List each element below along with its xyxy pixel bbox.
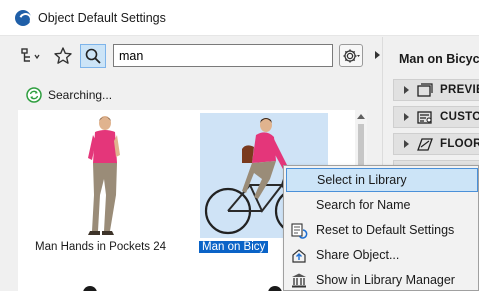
search-status: Searching... (26, 87, 112, 103)
folder-tree-icon (21, 48, 40, 62)
menu-item-label: Search for Name (316, 198, 411, 212)
collapse-panel-arrow-icon[interactable] (375, 51, 380, 59)
panel-custom-settings[interactable]: CUSTO (393, 106, 479, 128)
menu-item-reset-to-default-settings[interactable]: Reset to Default Settings (286, 219, 478, 243)
floor-plan-icon (416, 137, 434, 152)
chevron-right-icon (404, 113, 409, 121)
next-row-thumbnail (83, 286, 97, 291)
chevron-right-icon (404, 140, 409, 148)
selected-object-name: Man on Bicycle (399, 52, 479, 66)
menu-item-search-for-name[interactable]: Search for Name (286, 194, 478, 218)
custom-settings-icon (416, 110, 434, 125)
menu-item-label: Reset to Default Settings (316, 223, 455, 237)
search-mode-button[interactable] (80, 44, 106, 68)
menu-item-label: Select in Library (317, 173, 407, 187)
archicad-app-icon (15, 10, 31, 26)
panel-label: CUSTO (440, 111, 479, 123)
scroll-up-arrow-icon[interactable] (357, 114, 365, 119)
menu-item-select-in-library[interactable]: Select in Library (286, 168, 478, 192)
share-object-icon (290, 247, 308, 265)
refresh-icon (26, 87, 42, 103)
library-manager-icon (290, 272, 308, 290)
title-bar: Object Default Settings (0, 0, 479, 36)
next-row-thumbnail (268, 286, 282, 291)
panel-label: PREVIE (440, 84, 479, 96)
search-icon (85, 48, 101, 64)
folder-tree-view-button[interactable] (18, 44, 44, 68)
menu-item-label: Show in Library Manager (316, 273, 455, 287)
man-hands-in-pockets-thumbnail (30, 113, 180, 238)
favorites-button[interactable] (50, 44, 76, 68)
panel-label: FLOOR (440, 138, 479, 150)
reset-settings-icon (290, 222, 308, 240)
window-title: Object Default Settings (38, 11, 166, 25)
result-tile[interactable]: Man Hands in Pockets 24 (30, 110, 180, 260)
result-label-selected: Man on Bicy (199, 241, 269, 253)
menu-item-label: Share Object... (316, 248, 400, 262)
library-settings-button[interactable] (339, 44, 363, 67)
chevron-right-icon (404, 86, 409, 94)
menu-item-share-object[interactable]: Share Object... (286, 244, 478, 268)
object-default-settings-window: Object Default Settings man Searching...… (0, 0, 479, 291)
star-icon (54, 47, 72, 64)
menu-item-show-in-library-manager[interactable]: Show in Library Manager (286, 269, 478, 291)
preview-icon (416, 82, 434, 98)
result-label: Man Hands in Pockets 24 (35, 241, 167, 253)
panel-floor-plan[interactable]: FLOOR (393, 133, 479, 155)
panel-preview[interactable]: PREVIE (393, 79, 479, 101)
object-context-menu: Select in Library Search for Name Reset … (283, 165, 479, 291)
search-input[interactable] (113, 44, 333, 67)
status-text: Searching... (48, 88, 113, 102)
gear-icon (343, 49, 360, 62)
